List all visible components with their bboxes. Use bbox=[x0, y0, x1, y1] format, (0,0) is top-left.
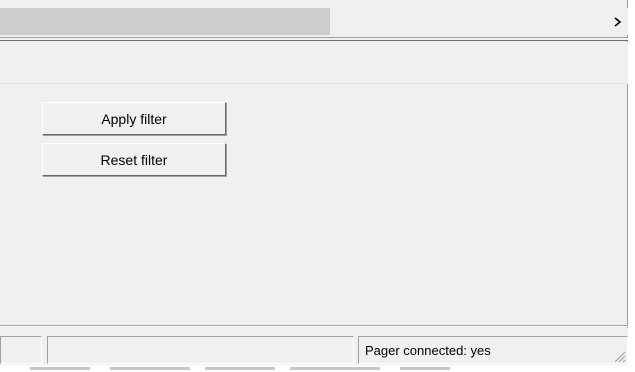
header-strip bbox=[0, 42, 628, 84]
splitter[interactable] bbox=[0, 37, 628, 41]
status-pane-2 bbox=[47, 336, 354, 364]
filter-window: Apply filter Reset filter Pager connecte… bbox=[0, 0, 628, 365]
reset-filter-button[interactable]: Reset filter bbox=[42, 143, 226, 176]
status-pane-1 bbox=[0, 336, 42, 364]
status-bar: Pager connected: yes bbox=[0, 328, 628, 365]
apply-filter-label: Apply filter bbox=[101, 110, 167, 127]
scrollbar-thumb[interactable] bbox=[0, 8, 330, 35]
pager-status: Pager connected: yes bbox=[358, 336, 628, 364]
horizontal-scrollbar[interactable] bbox=[0, 8, 628, 35]
apply-filter-button[interactable]: Apply filter bbox=[42, 102, 226, 135]
resize-grip-icon[interactable] bbox=[612, 349, 626, 363]
underlying-window-edge bbox=[0, 365, 635, 372]
scroll-right-button[interactable] bbox=[608, 8, 628, 35]
bottom-separator bbox=[0, 325, 628, 327]
chevron-right-icon bbox=[614, 16, 622, 27]
reset-filter-label: Reset filter bbox=[100, 151, 168, 168]
